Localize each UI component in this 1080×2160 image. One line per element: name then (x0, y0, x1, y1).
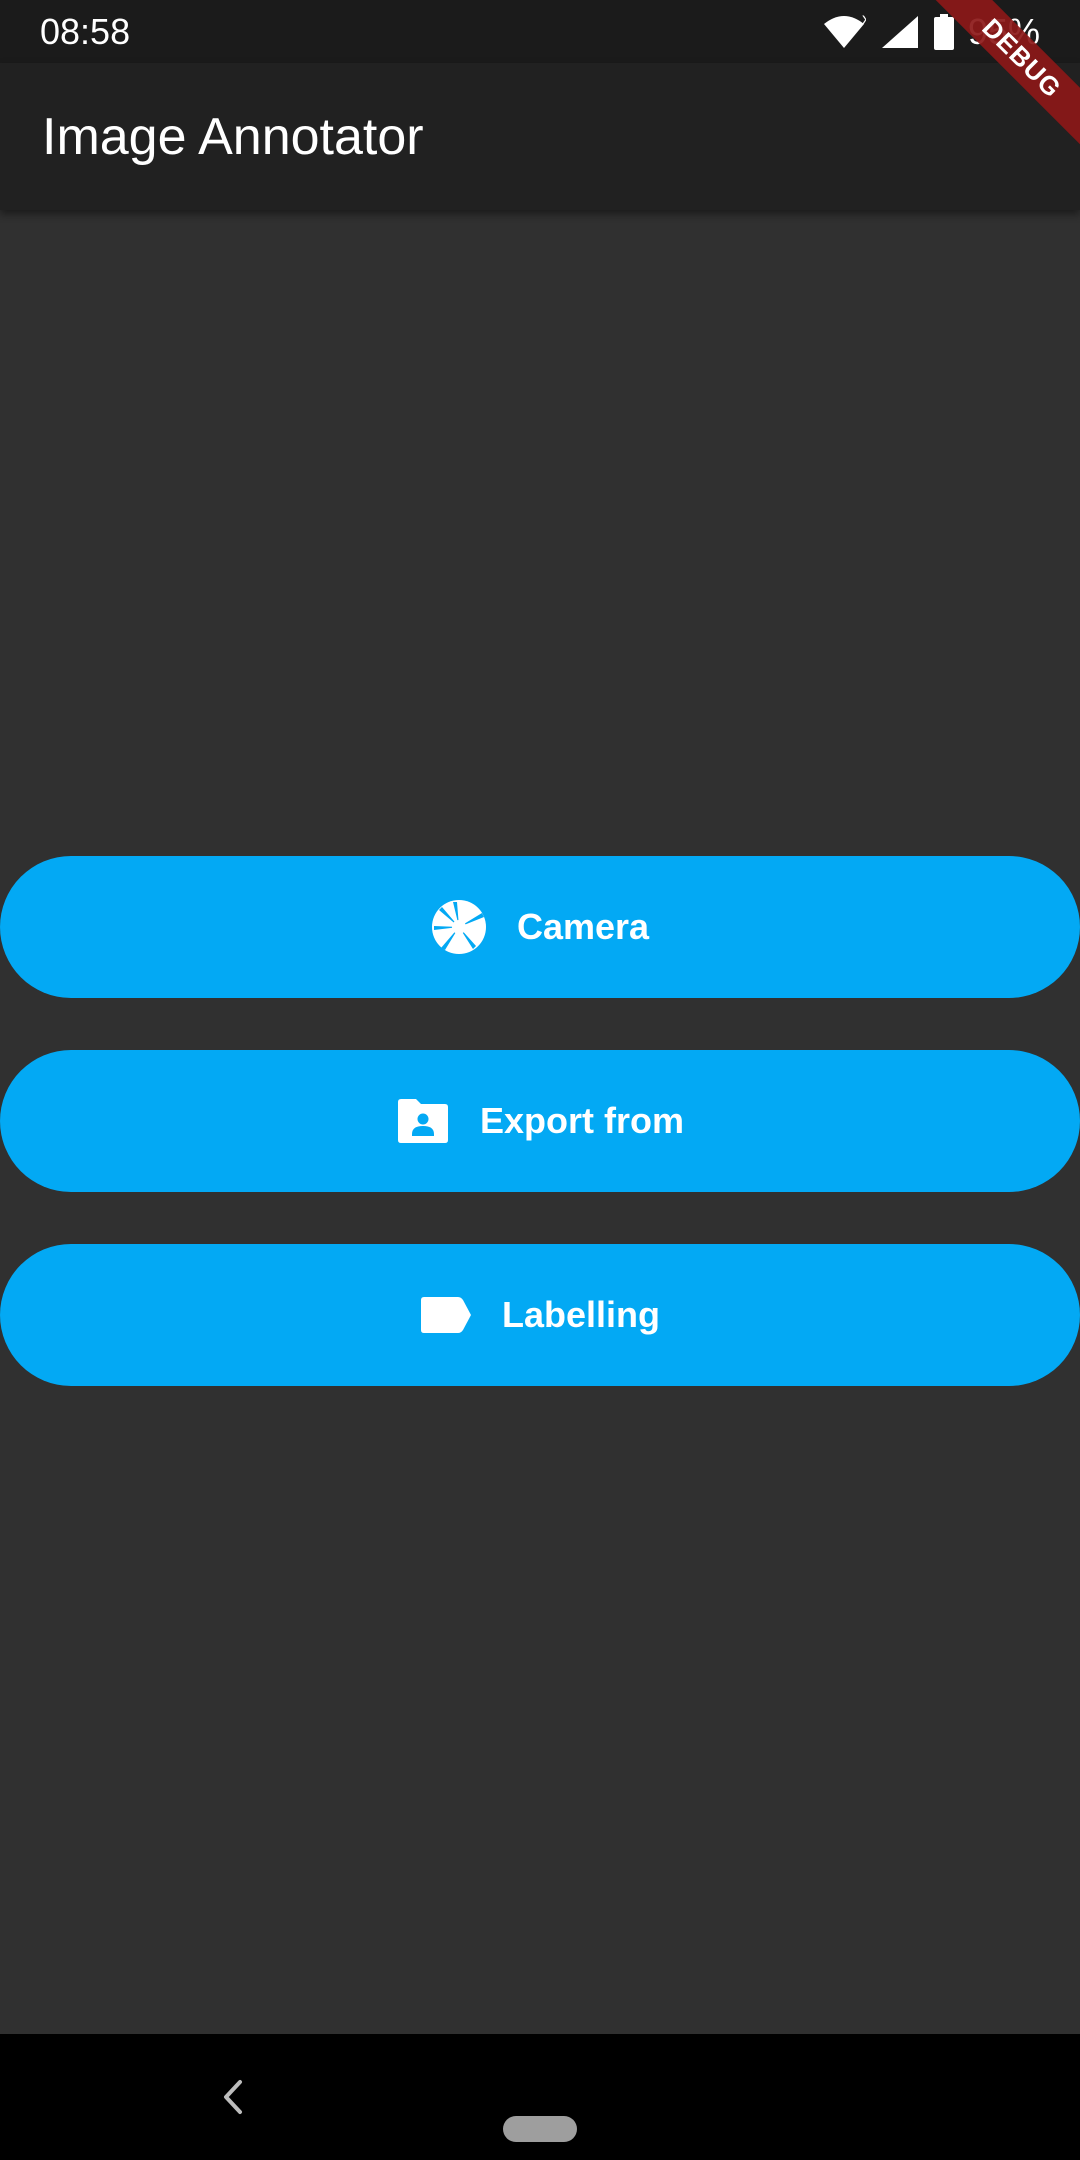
label-tag-icon (420, 1296, 472, 1334)
status-icons: x 95% (822, 8, 1040, 56)
wifi-icon: x (822, 14, 866, 50)
folder-user-icon (396, 1098, 450, 1144)
battery-percent: 95% (967, 11, 1040, 52)
status-time: 08:58 (40, 11, 131, 52)
system-nav-bar (0, 2034, 1080, 2160)
svg-text:x: x (862, 14, 866, 28)
battery-icon (933, 14, 954, 50)
export-from-button-label: Export from (479, 1100, 684, 1141)
export-from-button[interactable]: Export from (0, 1050, 1080, 1192)
labelling-button-label: Labelling (501, 1294, 660, 1335)
status-bar: 08:58 x 95% (0, 0, 1080, 63)
home-pill-icon[interactable] (503, 2116, 577, 2142)
page-title: Image Annotator (42, 108, 424, 166)
screen: 08:58 x 95% DEBUG Image Annotator Camera… (0, 0, 1080, 2160)
app-bar: Image Annotator (0, 63, 1080, 210)
camera-button[interactable]: Camera (0, 856, 1080, 998)
labelling-button[interactable]: Labelling (0, 1244, 1080, 1386)
signal-icon (880, 14, 920, 50)
back-icon[interactable] (216, 2076, 248, 2118)
camera-shutter-icon (431, 899, 487, 955)
camera-button-label: Camera (516, 906, 650, 947)
